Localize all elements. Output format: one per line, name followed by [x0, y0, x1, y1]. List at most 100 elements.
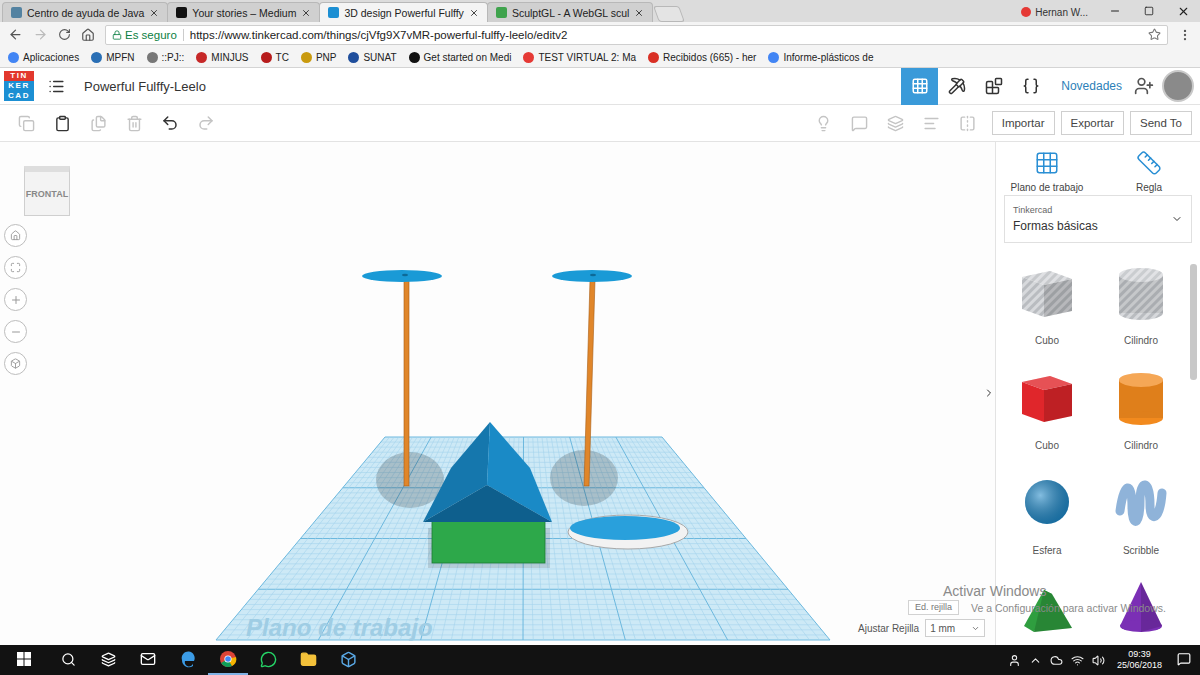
mail-button[interactable] — [128, 645, 168, 675]
toolbar-button[interactable]: Send To — [1130, 111, 1192, 135]
pool[interactable] — [568, 515, 688, 549]
edge-icon[interactable] — [179, 650, 197, 668]
group-button[interactable] — [842, 115, 878, 132]
reload-icon[interactable] — [58, 28, 71, 41]
shape-item[interactable]: Cubo — [1000, 261, 1094, 366]
scribble-shape-icon[interactable] — [1110, 471, 1172, 533]
box-shape-icon[interactable] — [1016, 366, 1078, 428]
canvas[interactable]: Plano de trabajoFRONTALEd. rejillaAjusta… — [0, 142, 995, 645]
bookmark[interactable]: Aplicaciones — [8, 52, 79, 63]
browser-tab[interactable]: Centro de ayuda de Java — [2, 2, 168, 22]
bookmark[interactable]: TEST VIRTUAL 2: Ma — [523, 52, 636, 63]
forward-icon[interactable] — [33, 27, 48, 42]
bookmark[interactable]: Informe-plásticos de — [768, 52, 873, 63]
browser-tab[interactable]: 3D design Powerful Fulffy — [319, 2, 487, 22]
mirror-button[interactable] — [950, 115, 986, 132]
avatar[interactable] — [1162, 70, 1194, 102]
toolbar-button[interactable]: Exportar — [1061, 111, 1124, 135]
shape-item[interactable]: Cubo — [1000, 366, 1094, 471]
roof-shape-icon[interactable] — [1016, 576, 1078, 638]
chrome-button[interactable] — [208, 645, 248, 675]
cloud-icon[interactable] — [1050, 654, 1063, 667]
task-view-button[interactable] — [88, 645, 128, 675]
start-button[interactable] — [0, 645, 48, 675]
shape-item[interactable]: Cilindro — [1094, 366, 1188, 471]
paste-button[interactable] — [44, 115, 80, 132]
whatsapp-button[interactable] — [248, 645, 288, 675]
app-button[interactable] — [328, 645, 368, 675]
edit-grid-button[interactable]: Ed. rejilla — [908, 600, 959, 615]
maximize-button[interactable] — [1132, 0, 1166, 22]
edge-button[interactable] — [168, 645, 208, 675]
panel-tool[interactable]: Regla — [1098, 150, 1200, 193]
bookmark[interactable]: Get started on Medi — [409, 52, 512, 63]
shape-item[interactable]: Scribble — [1094, 471, 1188, 576]
cone-shape-icon[interactable] — [1110, 576, 1172, 638]
mode-button[interactable] — [901, 68, 938, 105]
align-button[interactable] — [914, 115, 950, 132]
box-shape-icon[interactable] — [1016, 261, 1078, 323]
close-window-button[interactable] — [1166, 0, 1200, 22]
search-button[interactable] — [48, 645, 88, 675]
menu-icon[interactable] — [1178, 28, 1192, 42]
snap-select[interactable]: 1 mm — [925, 619, 985, 637]
chevron-up-icon[interactable] — [1029, 654, 1042, 667]
profile-button[interactable]: Hernan W... — [1011, 2, 1098, 22]
url[interactable]: https://www.tinkercad.com/things/cjVfg9X… — [190, 29, 568, 41]
mode-button[interactable] — [1012, 68, 1049, 105]
notifications-button[interactable] — [1168, 645, 1200, 675]
star-icon[interactable] — [1148, 28, 1161, 41]
volume-icon[interactable] — [1092, 654, 1105, 667]
scrollbar[interactable] — [1190, 264, 1197, 380]
close-icon[interactable] — [469, 8, 479, 18]
people-icon[interactable] — [1008, 654, 1021, 667]
home-view-button[interactable] — [4, 224, 27, 247]
sphere-shape-icon[interactable] — [1016, 471, 1078, 533]
bookmark[interactable]: ::PJ:: — [147, 52, 185, 63]
redo-button[interactable] — [188, 114, 224, 132]
tinkercad-logo[interactable]: TINKERCAD — [4, 71, 34, 101]
omnibox[interactable]: Es segurohttps://www.tinkercad.com/thing… — [105, 25, 1168, 45]
copy-button[interactable] — [8, 115, 44, 132]
toolbar-button[interactable]: Importar — [992, 111, 1055, 135]
shape-item[interactable]: Esfera — [1000, 471, 1094, 576]
bookmark[interactable]: SUNAT — [348, 52, 396, 63]
house[interactable] — [423, 422, 552, 563]
fit-view-button[interactable] — [4, 256, 27, 279]
network-icon[interactable] — [1071, 654, 1084, 667]
cylinder-shape-icon[interactable] — [1110, 261, 1172, 323]
undo-button[interactable] — [152, 114, 188, 132]
collapse-panel-button[interactable] — [983, 380, 995, 406]
bookmark[interactable]: MINJUS — [196, 52, 248, 63]
duplicate-button[interactable] — [80, 115, 116, 132]
close-icon[interactable] — [634, 8, 644, 18]
bookmark[interactable]: PNP — [301, 52, 337, 63]
mode-button[interactable] — [938, 68, 975, 105]
bookmark[interactable]: Recibidos (665) - her — [648, 52, 756, 63]
minimize-button[interactable] — [1098, 0, 1132, 22]
windows-icon[interactable] — [17, 652, 31, 666]
left-pole[interactable] — [362, 270, 442, 486]
workplane-scene[interactable]: Plano de trabajo — [0, 142, 995, 645]
delete-button[interactable] — [116, 115, 152, 132]
bookmark[interactable]: MPFN — [91, 52, 134, 63]
close-icon[interactable] — [301, 8, 311, 18]
add-user-icon[interactable] — [1134, 76, 1154, 96]
view-cube[interactable]: FRONTAL — [24, 166, 70, 216]
shape-item[interactable] — [1000, 576, 1094, 645]
chrome-icon[interactable] — [219, 650, 237, 668]
browser-tab[interactable]: Your stories – Medium — [167, 2, 320, 22]
new-tab-button[interactable] — [653, 6, 685, 22]
library-select[interactable]: TinkercadFormas básicas — [1004, 195, 1192, 243]
zoom-out-button[interactable] — [4, 320, 27, 343]
shape-item[interactable] — [1094, 576, 1188, 645]
cylinder-shape-icon[interactable] — [1110, 366, 1172, 428]
home-icon[interactable] — [81, 28, 95, 42]
news-link[interactable]: Novedades — [1049, 79, 1134, 93]
right-pole[interactable] — [552, 270, 632, 486]
design-title[interactable]: Powerful Fulffy-Leelo — [84, 79, 206, 94]
clock[interactable]: 09:3925/06/2018 — [1111, 649, 1168, 671]
zoom-in-button[interactable] — [4, 288, 27, 311]
notes-button[interactable] — [806, 115, 842, 132]
shape-item[interactable]: Cilindro — [1094, 261, 1188, 366]
